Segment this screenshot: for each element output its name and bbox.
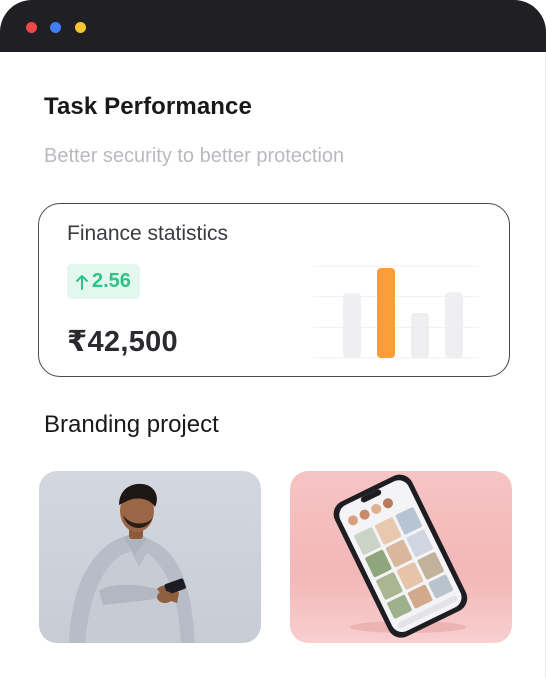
page-subtitle: Better security to better protection xyxy=(44,145,345,167)
app-window: Task Performance Better security to bett… xyxy=(0,0,546,678)
chart-bars xyxy=(343,268,463,358)
phone-illustration xyxy=(333,474,468,638)
man-illustration xyxy=(69,483,195,643)
finance-statistics-card[interactable]: Finance statistics 2.56 ₹42,500 xyxy=(38,203,510,377)
page-title: Task Performance xyxy=(44,93,252,120)
chart-bar xyxy=(411,313,429,358)
phone-mockup-photo[interactable] xyxy=(290,471,512,643)
section-title: Branding project xyxy=(44,411,219,438)
change-value: 2.56 xyxy=(92,270,131,292)
chart-bar xyxy=(343,293,361,358)
card-title: Finance statistics xyxy=(67,222,229,245)
arrow-up-icon xyxy=(76,274,88,290)
maximize-window-button[interactable] xyxy=(75,22,86,33)
change-badge: 2.56 xyxy=(67,264,140,299)
amount-value: ₹42,500 xyxy=(67,326,178,358)
chart-bar-highlighted xyxy=(377,268,395,358)
close-window-button[interactable] xyxy=(26,22,37,33)
minimize-window-button[interactable] xyxy=(50,22,61,33)
mini-bar-chart xyxy=(313,265,479,359)
man-with-phone-photo[interactable] xyxy=(39,471,261,643)
chart-bar xyxy=(445,292,463,358)
window-titlebar xyxy=(0,0,546,52)
